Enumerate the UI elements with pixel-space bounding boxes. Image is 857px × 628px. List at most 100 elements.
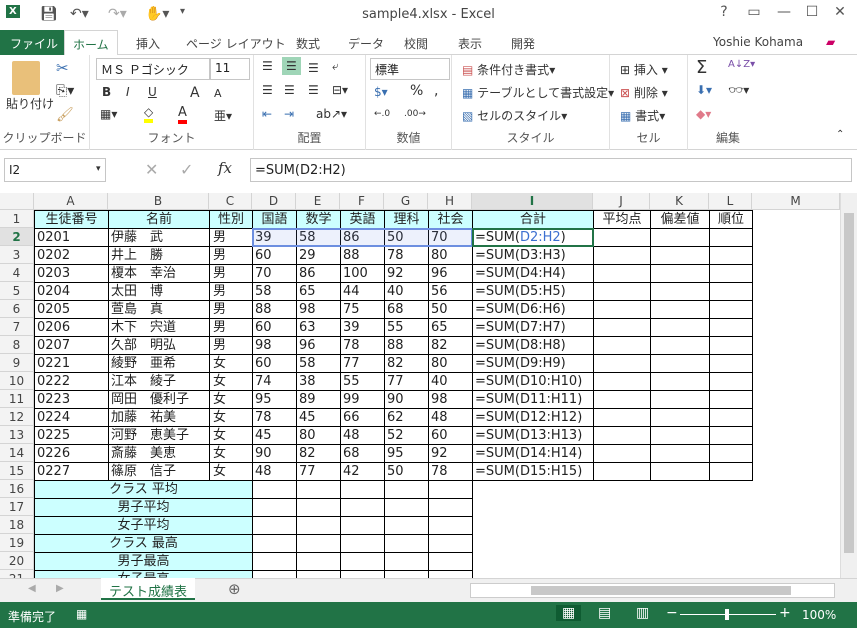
- header-cell[interactable]: 生徒番号: [34, 210, 109, 229]
- table-cell[interactable]: 40: [384, 282, 429, 301]
- summary-cell[interactable]: [428, 570, 473, 578]
- table-cell[interactable]: 78: [428, 462, 473, 481]
- table-cell[interactable]: [593, 264, 651, 283]
- summary-cell[interactable]: [340, 570, 385, 578]
- format-cells-button[interactable]: ▦ 書式▾: [620, 107, 665, 124]
- table-cell[interactable]: 68: [384, 300, 429, 319]
- align-top-icon[interactable]: ☰: [262, 59, 273, 73]
- table-cell[interactable]: [650, 246, 710, 265]
- table-cell[interactable]: [593, 444, 651, 463]
- table-cell[interactable]: =SUM(D12:H12): [472, 408, 594, 427]
- table-cell[interactable]: 男: [209, 336, 253, 355]
- table-cell[interactable]: [709, 300, 753, 319]
- header-cell[interactable]: 数学: [296, 210, 341, 229]
- table-cell[interactable]: 45: [296, 408, 341, 427]
- table-cell[interactable]: 44: [340, 282, 385, 301]
- table-cell[interactable]: [650, 426, 710, 445]
- format-as-table-button[interactable]: ▦ テーブルとして書式設定▾: [462, 84, 614, 101]
- table-cell[interactable]: [709, 408, 753, 427]
- table-cell[interactable]: [709, 282, 753, 301]
- row-header-18[interactable]: 18: [0, 516, 34, 534]
- delete-cells-button[interactable]: ⊠ 削除 ▾: [620, 84, 668, 101]
- column-header-A[interactable]: A: [34, 193, 108, 210]
- table-cell[interactable]: [709, 264, 753, 283]
- table-cell[interactable]: 女: [209, 426, 253, 445]
- grow-font-button[interactable]: A: [190, 85, 200, 101]
- table-cell[interactable]: [593, 228, 651, 247]
- fill-color-icon[interactable]: ◇: [144, 105, 154, 123]
- table-cell[interactable]: 58: [252, 282, 297, 301]
- table-cell[interactable]: 60: [252, 246, 297, 265]
- table-cell[interactable]: 88: [252, 300, 297, 319]
- table-cell[interactable]: 0223: [34, 390, 109, 409]
- table-cell[interactable]: 女: [209, 390, 253, 409]
- table-cell[interactable]: 65: [296, 282, 341, 301]
- table-cell[interactable]: 96: [428, 264, 473, 283]
- summary-label[interactable]: 女子最高: [34, 570, 253, 578]
- column-header-H[interactable]: H: [428, 193, 472, 210]
- table-cell[interactable]: 男: [209, 300, 253, 319]
- page-layout-view-icon[interactable]: ▤: [598, 605, 611, 621]
- number-format-select[interactable]: 標準: [370, 58, 450, 80]
- table-cell[interactable]: 38: [296, 372, 341, 391]
- select-all-corner[interactable]: [0, 193, 34, 210]
- table-cell[interactable]: =SUM(D6:H6): [472, 300, 594, 319]
- underline-button[interactable]: U: [148, 85, 157, 99]
- summary-cell[interactable]: [296, 498, 341, 517]
- table-cell[interactable]: [593, 354, 651, 373]
- tab-insert[interactable]: 挿入: [128, 33, 168, 54]
- summary-cell[interactable]: [428, 552, 473, 571]
- summary-label[interactable]: 男子平均: [34, 498, 253, 517]
- summary-cell[interactable]: [340, 534, 385, 553]
- table-cell[interactable]: 98: [296, 300, 341, 319]
- table-cell[interactable]: [709, 318, 753, 337]
- summary-label[interactable]: クラス 最高: [34, 534, 253, 553]
- summary-cell[interactable]: [340, 480, 385, 499]
- table-cell[interactable]: 86: [296, 264, 341, 283]
- row-header-21[interactable]: 21: [0, 570, 34, 578]
- table-cell[interactable]: 60: [252, 354, 297, 373]
- table-cell[interactable]: 0205: [34, 300, 109, 319]
- align-right-icon[interactable]: ☰: [308, 83, 319, 97]
- table-cell[interactable]: 加藤 祐美: [108, 408, 210, 427]
- table-cell[interactable]: [709, 336, 753, 355]
- table-cell[interactable]: 井上 勝: [108, 246, 210, 265]
- help-button[interactable]: ?: [712, 4, 736, 20]
- summary-cell[interactable]: [384, 552, 429, 571]
- table-cell[interactable]: 88: [340, 246, 385, 265]
- summary-cell[interactable]: [296, 516, 341, 535]
- table-cell[interactable]: 58: [296, 354, 341, 373]
- column-header-E[interactable]: E: [296, 193, 340, 210]
- table-cell[interactable]: 女: [209, 408, 253, 427]
- table-cell[interactable]: 77: [340, 354, 385, 373]
- table-cell[interactable]: 48: [340, 426, 385, 445]
- phonetic-icon[interactable]: 亜▾: [214, 107, 232, 124]
- summary-cell[interactable]: [252, 570, 297, 578]
- prev-sheet-icon[interactable]: ◀: [28, 583, 36, 594]
- sort-filter-icon[interactable]: A↓Z▾: [728, 59, 755, 70]
- table-cell[interactable]: 久部 明弘: [108, 336, 210, 355]
- table-cell[interactable]: 77: [384, 372, 429, 391]
- table-cell[interactable]: 綾野 亜希: [108, 354, 210, 373]
- increase-decimal-icon[interactable]: ←.0: [374, 109, 390, 119]
- copy-icon[interactable]: ⎘▾: [56, 83, 74, 99]
- table-cell[interactable]: 99: [340, 390, 385, 409]
- fill-icon[interactable]: ⬇▾: [696, 83, 712, 97]
- table-cell[interactable]: 40: [428, 372, 473, 391]
- borders-icon[interactable]: ▦▾: [100, 107, 117, 121]
- table-cell[interactable]: [650, 372, 710, 391]
- decrease-indent-icon[interactable]: ⇤: [262, 107, 272, 121]
- summary-cell[interactable]: [252, 552, 297, 571]
- align-left-icon[interactable]: ☰: [262, 83, 273, 97]
- table-cell[interactable]: =SUM(D7:H7): [472, 318, 594, 337]
- new-sheet-icon[interactable]: ⊕: [228, 580, 241, 598]
- table-cell[interactable]: [593, 318, 651, 337]
- percent-button[interactable]: %: [410, 83, 423, 99]
- cancel-icon[interactable]: ✕: [145, 160, 158, 179]
- summary-cell[interactable]: [384, 570, 429, 578]
- increase-indent-icon[interactable]: ⇥: [284, 107, 294, 121]
- table-cell[interactable]: [709, 246, 753, 265]
- table-cell[interactable]: 82: [296, 444, 341, 463]
- table-cell[interactable]: 78: [252, 408, 297, 427]
- row-header-2[interactable]: 2: [0, 228, 34, 246]
